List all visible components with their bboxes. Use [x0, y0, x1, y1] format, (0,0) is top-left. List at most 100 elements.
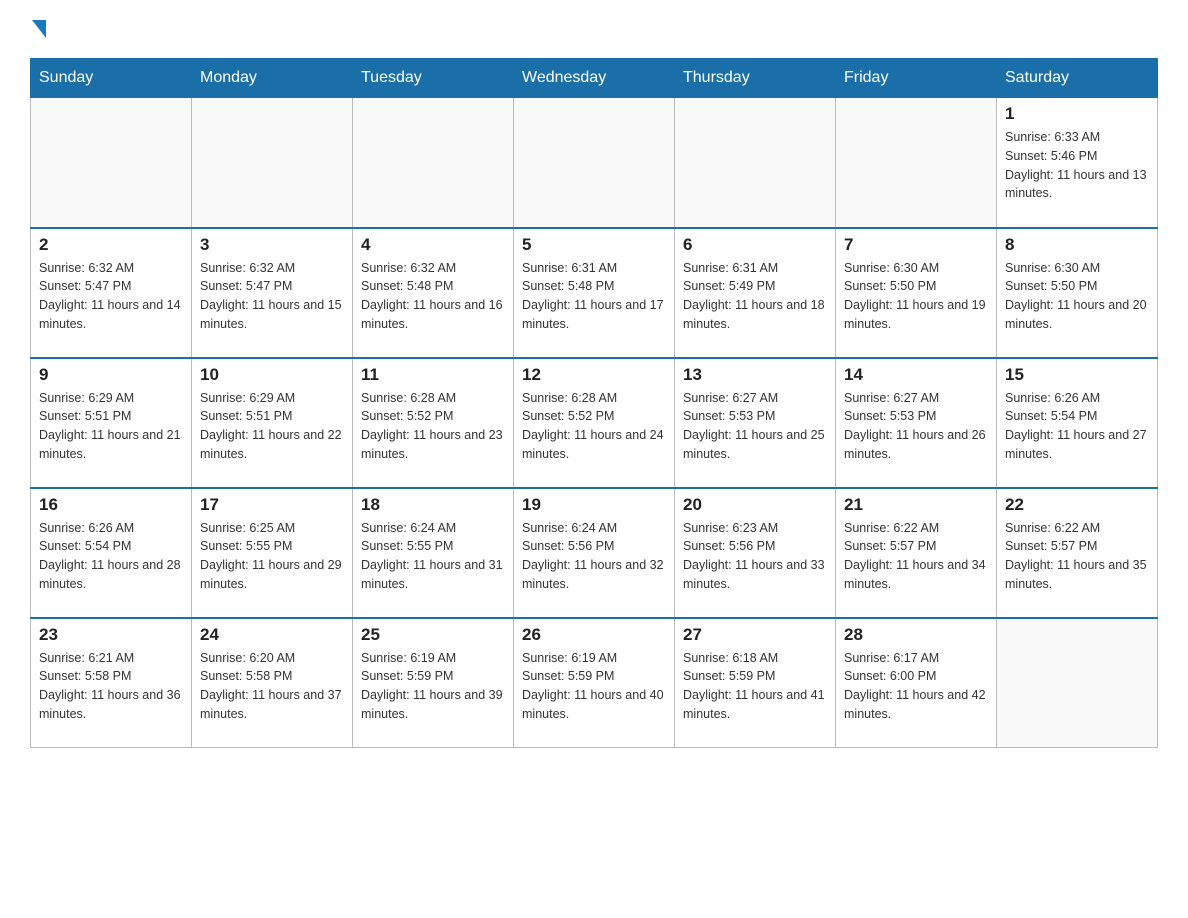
calendar-cell: 5 Sunrise: 6:31 AM Sunset: 5:48 PM Daylig…: [514, 228, 675, 358]
day-info: Sunrise: 6:27 AM Sunset: 5:53 PM Dayligh…: [844, 389, 988, 464]
day-number: 18: [361, 495, 505, 515]
calendar-week-row: 16 Sunrise: 6:26 AM Sunset: 5:54 PM Dayli…: [31, 488, 1158, 618]
day-info: Sunrise: 6:32 AM Sunset: 5:47 PM Dayligh…: [39, 259, 183, 334]
calendar-cell: [192, 98, 353, 228]
day-number: 3: [200, 235, 344, 255]
weekday-header-row: SundayMondayTuesdayWednesdayThursdayFrid…: [31, 59, 1158, 98]
calendar-cell: 28 Sunrise: 6:17 AM Sunset: 6:00 PM Dayli…: [836, 618, 997, 748]
calendar-cell: 14 Sunrise: 6:27 AM Sunset: 5:53 PM Dayli…: [836, 358, 997, 488]
day-number: 4: [361, 235, 505, 255]
calendar-cell: 10Sunrise: 6:29 AM Sunset: 5:51 PM Dayli…: [192, 358, 353, 488]
day-info: Sunrise: 6:30 AM Sunset: 5:50 PM Dayligh…: [844, 259, 988, 334]
calendar-cell: 2 Sunrise: 6:32 AM Sunset: 5:47 PM Daylig…: [31, 228, 192, 358]
calendar-cell: 16 Sunrise: 6:26 AM Sunset: 5:54 PM Dayli…: [31, 488, 192, 618]
day-number: 26: [522, 625, 666, 645]
calendar-cell: 13 Sunrise: 6:27 AM Sunset: 5:53 PM Dayli…: [675, 358, 836, 488]
calendar-cell: [836, 98, 997, 228]
calendar-cell: 12 Sunrise: 6:28 AM Sunset: 5:52 PM Dayli…: [514, 358, 675, 488]
day-number: 5: [522, 235, 666, 255]
calendar-cell: 18 Sunrise: 6:24 AM Sunset: 5:55 PM Dayli…: [353, 488, 514, 618]
day-number: 16: [39, 495, 183, 515]
day-info: Sunrise: 6:32 AM Sunset: 5:48 PM Dayligh…: [361, 259, 505, 334]
day-info: Sunrise: 6:18 AM Sunset: 5:59 PM Dayligh…: [683, 649, 827, 724]
calendar-cell: [997, 618, 1158, 748]
day-number: 1: [1005, 104, 1149, 124]
calendar-cell: 25 Sunrise: 6:19 AM Sunset: 5:59 PM Dayli…: [353, 618, 514, 748]
day-number: 17: [200, 495, 344, 515]
day-info: Sunrise: 6:27 AM Sunset: 5:53 PM Dayligh…: [683, 389, 827, 464]
day-info: Sunrise: 6:19 AM Sunset: 5:59 PM Dayligh…: [522, 649, 666, 724]
day-number: 24: [200, 625, 344, 645]
calendar-week-row: 2 Sunrise: 6:32 AM Sunset: 5:47 PM Daylig…: [31, 228, 1158, 358]
day-number: 28: [844, 625, 988, 645]
day-info: Sunrise: 6:28 AM Sunset: 5:52 PM Dayligh…: [361, 389, 505, 464]
weekday-header-tuesday: Tuesday: [353, 59, 514, 98]
day-number: 9: [39, 365, 183, 385]
day-number: 13: [683, 365, 827, 385]
day-info: Sunrise: 6:21 AM Sunset: 5:58 PM Dayligh…: [39, 649, 183, 724]
calendar-cell: 17 Sunrise: 6:25 AM Sunset: 5:55 PM Dayli…: [192, 488, 353, 618]
calendar-cell: 20 Sunrise: 6:23 AM Sunset: 5:56 PM Dayli…: [675, 488, 836, 618]
day-info: Sunrise: 6:29 AM Sunset: 5:51 PM Dayligh…: [39, 389, 183, 464]
weekday-header-saturday: Saturday: [997, 59, 1158, 98]
day-info: Sunrise: 6:17 AM Sunset: 6:00 PM Dayligh…: [844, 649, 988, 724]
calendar-cell: 7 Sunrise: 6:30 AM Sunset: 5:50 PM Daylig…: [836, 228, 997, 358]
day-number: 15: [1005, 365, 1149, 385]
day-info: Sunrise: 6:24 AM Sunset: 5:55 PM Dayligh…: [361, 519, 505, 594]
day-number: 21: [844, 495, 988, 515]
calendar-cell: 27 Sunrise: 6:18 AM Sunset: 5:59 PM Dayli…: [675, 618, 836, 748]
calendar-cell: 19 Sunrise: 6:24 AM Sunset: 5:56 PM Dayli…: [514, 488, 675, 618]
calendar-cell: 21 Sunrise: 6:22 AM Sunset: 5:57 PM Dayli…: [836, 488, 997, 618]
day-number: 6: [683, 235, 827, 255]
calendar-cell: 26 Sunrise: 6:19 AM Sunset: 5:59 PM Dayli…: [514, 618, 675, 748]
logo: [30, 20, 48, 38]
calendar-cell: 22Sunrise: 6:22 AM Sunset: 5:57 PM Dayli…: [997, 488, 1158, 618]
day-info: Sunrise: 6:29 AM Sunset: 5:51 PM Dayligh…: [200, 389, 344, 464]
day-info: Sunrise: 6:23 AM Sunset: 5:56 PM Dayligh…: [683, 519, 827, 594]
calendar-cell: 15 Sunrise: 6:26 AM Sunset: 5:54 PM Dayli…: [997, 358, 1158, 488]
calendar-cell: [353, 98, 514, 228]
calendar-cell: 3 Sunrise: 6:32 AM Sunset: 5:47 PM Daylig…: [192, 228, 353, 358]
day-number: 19: [522, 495, 666, 515]
day-number: 27: [683, 625, 827, 645]
day-number: 12: [522, 365, 666, 385]
day-number: 11: [361, 365, 505, 385]
day-number: 8: [1005, 235, 1149, 255]
logo-arrow-icon: [32, 20, 46, 38]
weekday-header-wednesday: Wednesday: [514, 59, 675, 98]
day-info: Sunrise: 6:32 AM Sunset: 5:47 PM Dayligh…: [200, 259, 344, 334]
calendar-cell: 11 Sunrise: 6:28 AM Sunset: 5:52 PM Dayli…: [353, 358, 514, 488]
calendar-cell: 4 Sunrise: 6:32 AM Sunset: 5:48 PM Daylig…: [353, 228, 514, 358]
day-info: Sunrise: 6:22 AM Sunset: 5:57 PM Dayligh…: [1005, 519, 1149, 594]
calendar-cell: 1 Sunrise: 6:33 AM Sunset: 5:46 PM Daylig…: [997, 98, 1158, 228]
day-info: Sunrise: 6:24 AM Sunset: 5:56 PM Dayligh…: [522, 519, 666, 594]
weekday-header-friday: Friday: [836, 59, 997, 98]
day-info: Sunrise: 6:31 AM Sunset: 5:49 PM Dayligh…: [683, 259, 827, 334]
weekday-header-sunday: Sunday: [31, 59, 192, 98]
day-info: Sunrise: 6:30 AM Sunset: 5:50 PM Dayligh…: [1005, 259, 1149, 334]
day-info: Sunrise: 6:31 AM Sunset: 5:48 PM Dayligh…: [522, 259, 666, 334]
day-info: Sunrise: 6:25 AM Sunset: 5:55 PM Dayligh…: [200, 519, 344, 594]
weekday-header-monday: Monday: [192, 59, 353, 98]
day-info: Sunrise: 6:20 AM Sunset: 5:58 PM Dayligh…: [200, 649, 344, 724]
calendar-cell: 24 Sunrise: 6:20 AM Sunset: 5:58 PM Dayli…: [192, 618, 353, 748]
day-number: 2: [39, 235, 183, 255]
day-info: Sunrise: 6:19 AM Sunset: 5:59 PM Dayligh…: [361, 649, 505, 724]
day-number: 25: [361, 625, 505, 645]
calendar-cell: [675, 98, 836, 228]
calendar-cell: 6 Sunrise: 6:31 AM Sunset: 5:49 PM Daylig…: [675, 228, 836, 358]
day-number: 7: [844, 235, 988, 255]
day-number: 14: [844, 365, 988, 385]
calendar-cell: [31, 98, 192, 228]
day-info: Sunrise: 6:28 AM Sunset: 5:52 PM Dayligh…: [522, 389, 666, 464]
day-info: Sunrise: 6:33 AM Sunset: 5:46 PM Dayligh…: [1005, 128, 1149, 203]
header: [30, 20, 1158, 38]
calendar-cell: 23Sunrise: 6:21 AM Sunset: 5:58 PM Dayli…: [31, 618, 192, 748]
day-info: Sunrise: 6:26 AM Sunset: 5:54 PM Dayligh…: [1005, 389, 1149, 464]
day-info: Sunrise: 6:22 AM Sunset: 5:57 PM Dayligh…: [844, 519, 988, 594]
day-info: Sunrise: 6:26 AM Sunset: 5:54 PM Dayligh…: [39, 519, 183, 594]
calendar-cell: 9 Sunrise: 6:29 AM Sunset: 5:51 PM Daylig…: [31, 358, 192, 488]
day-number: 20: [683, 495, 827, 515]
calendar-week-row: 23Sunrise: 6:21 AM Sunset: 5:58 PM Dayli…: [31, 618, 1158, 748]
calendar-cell: 8 Sunrise: 6:30 AM Sunset: 5:50 PM Daylig…: [997, 228, 1158, 358]
